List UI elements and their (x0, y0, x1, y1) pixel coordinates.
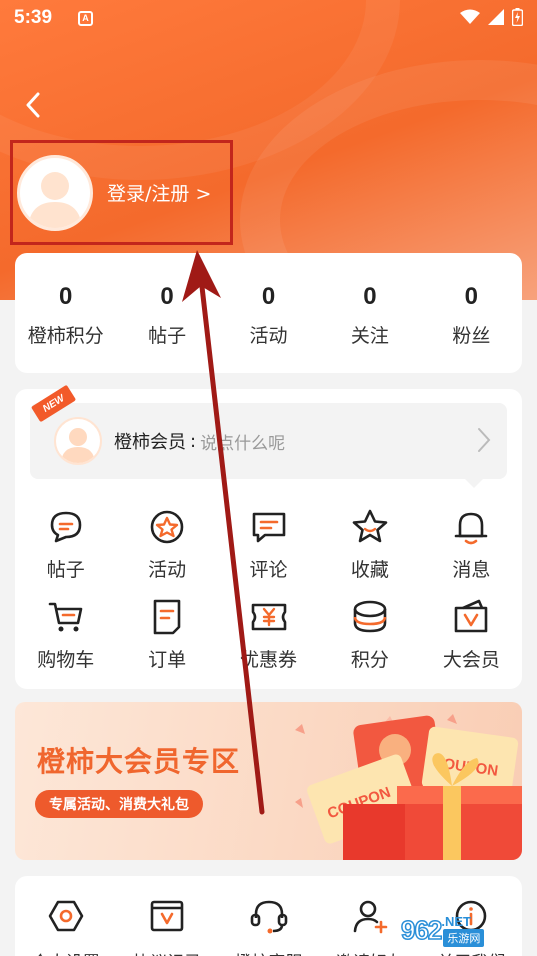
promo-title: 橙柿大会员专区 (37, 745, 241, 778)
comment-icon (252, 512, 285, 543)
stat-value: 0 (363, 283, 377, 310)
bell-icon (455, 512, 488, 545)
tool-label: 协议记录 (133, 948, 201, 956)
stat-label: 活动 (249, 325, 288, 347)
signal-icon (488, 9, 504, 25)
grid-label: 消息 (452, 559, 491, 581)
grid-label: 帖子 (46, 559, 85, 581)
grid-label: 收藏 (350, 559, 389, 581)
stat-activities[interactable]: 0 活动 (218, 253, 319, 373)
stat-following[interactable]: 0 关注 (319, 253, 420, 373)
tool-settings[interactable]: 个人设置 (15, 896, 116, 956)
vip-record-icon (150, 900, 184, 932)
login-register-link[interactable]: 登录/注册 > (107, 179, 211, 206)
watermark-logo: 962 .NET 乐游网 (400, 908, 531, 952)
coins-icon (353, 600, 387, 633)
member-avatar (54, 417, 102, 465)
member-status-input[interactable]: 说点什么呢 (200, 429, 285, 454)
promo-illustration: COUPON COUPON (295, 714, 522, 860)
stat-label: 帖子 (148, 325, 187, 347)
notification-icon: A (78, 10, 94, 26)
status-time: 5:39 (14, 7, 53, 28)
chat-bubble-icon (50, 511, 82, 543)
grid-item-favorites[interactable]: 收藏 (319, 507, 420, 597)
stat-value: 0 (261, 283, 276, 310)
star-badge-icon (150, 510, 184, 544)
grid-label: 优惠券 (240, 649, 298, 671)
add-user-icon (353, 900, 388, 934)
login-entry[interactable]: 登录/注册 > (10, 140, 233, 245)
vip-icon (455, 599, 488, 633)
grid-item-activities[interactable]: 活动 (116, 507, 217, 597)
tool-records[interactable]: 协议记录 (116, 896, 217, 956)
grid-item-points[interactable]: 积分 (319, 597, 420, 687)
watermark-brand: 962 (400, 914, 443, 946)
watermark-suffix: .NET (441, 913, 472, 929)
stat-fans[interactable]: 0 粉丝 (421, 253, 522, 373)
member-separator: : (190, 430, 197, 452)
watermark-subtitle: 乐游网 (443, 928, 485, 947)
grid-item-comments[interactable]: 评论 (218, 507, 319, 597)
member-card: 橙柿会员 : 说点什么呢 NEW 帖子 活动 评论 收藏 消息 购物车 订单 优… (15, 384, 522, 689)
grid-item-posts[interactable]: 帖子 (15, 507, 116, 597)
grid-label: 购物车 (37, 649, 95, 671)
grid-item-vip[interactable]: 大会员 (421, 597, 522, 687)
stat-label: 关注 (350, 325, 389, 347)
feature-grid: 帖子 活动 评论 收藏 消息 购物车 订单 优惠券 积分 大会员 (15, 507, 522, 687)
star-icon (352, 509, 388, 543)
order-icon (153, 599, 181, 635)
stat-label: 橙柿积分 (27, 325, 104, 347)
promo-subtitle: 专属活动、消费大礼包 (35, 790, 203, 818)
tool-label: 橙柿客服 (235, 948, 303, 956)
settings-icon (48, 900, 84, 932)
stat-points[interactable]: 0 橙柿积分 (15, 253, 116, 373)
chevron-left-icon (26, 92, 40, 118)
wifi-icon (460, 9, 480, 24)
headset-icon (250, 900, 287, 934)
stats-card: 0 橙柿积分 0 帖子 0 活动 0 关注 0 粉丝 (15, 253, 522, 373)
member-name: 橙柿会员 (114, 432, 186, 453)
tool-label: 邀请好友 (336, 948, 404, 956)
stat-label: 粉丝 (452, 325, 491, 347)
grid-item-messages[interactable]: 消息 (421, 507, 522, 597)
grid-label: 订单 (148, 649, 187, 671)
coupon-icon (251, 603, 286, 631)
battery-icon (512, 8, 523, 26)
stat-value: 0 (59, 283, 73, 310)
grid-label: 积分 (350, 649, 389, 671)
chevron-right-icon (478, 428, 491, 452)
grid-label: 活动 (148, 559, 187, 581)
stat-value: 0 (160, 283, 174, 310)
tool-support[interactable]: 橙柿客服 (218, 896, 319, 956)
cart-icon (48, 602, 83, 632)
stat-value: 0 (464, 283, 478, 310)
grid-item-orders[interactable]: 订单 (116, 597, 217, 687)
grid-label: 大会员 (442, 649, 500, 671)
member-banner[interactable]: 橙柿会员 : 说点什么呢 (30, 403, 507, 488)
vip-promo-banner[interactable]: COUPON COUPON 橙柿大会员专区 专属活动、消费大礼包 (15, 702, 522, 860)
tool-label: 个人设置 (32, 948, 100, 956)
grid-item-coupons[interactable]: 优惠券 (218, 597, 319, 687)
avatar[interactable] (17, 154, 93, 231)
status-bar: 5:39 A (0, 0, 537, 36)
stat-posts[interactable]: 0 帖子 (116, 253, 217, 373)
grid-label: 评论 (249, 559, 288, 581)
grid-item-cart[interactable]: 购物车 (15, 597, 116, 687)
back-button[interactable] (20, 90, 46, 120)
